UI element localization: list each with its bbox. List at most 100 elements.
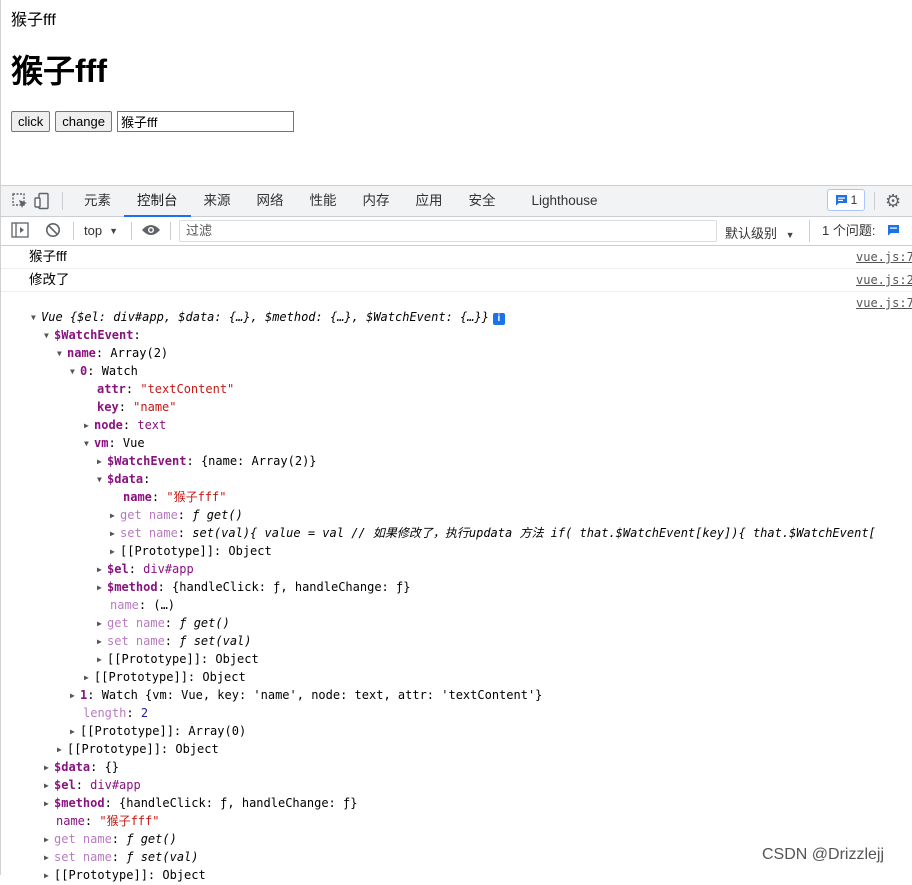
live-expression-eye-icon[interactable] xyxy=(141,223,161,237)
tree-key: [[Prototype]] xyxy=(94,670,188,684)
tree-key: set name xyxy=(120,526,178,540)
collapsed-triangle-icon: ▶ xyxy=(110,547,115,556)
watermark: CSDN @Drizzlejj xyxy=(762,846,885,863)
tree-value: "textContent" xyxy=(140,382,235,396)
tab-memory[interactable]: 内存 xyxy=(350,186,403,216)
tree-row[interactable]: ▶ $data: {} xyxy=(1,758,876,776)
tree-row[interactable]: ▶ $method: {handleClick: ƒ, handleChange:… xyxy=(1,578,876,596)
toolbar-divider xyxy=(131,222,132,240)
filter-input[interactable]: 过滤 xyxy=(179,220,717,242)
tree-row[interactable]: ▶ set name: set(val){ value = val // 如果修改… xyxy=(1,524,876,542)
settings-gear-icon[interactable]: ⚙ xyxy=(885,191,901,212)
tree-row[interactable]: ▶ set name: ƒ set(val) xyxy=(1,848,876,866)
tree-row[interactable]: name: (…) xyxy=(1,596,876,614)
clear-console-icon[interactable] xyxy=(45,222,61,238)
tree-value: text xyxy=(137,418,167,432)
tabbar-right-divider xyxy=(874,192,875,210)
tree-row[interactable]: ▶ $WatchEvent: {name: Array(2)} xyxy=(1,452,876,470)
tree-key: [[Prototype]] xyxy=(54,868,148,882)
tab-security[interactable]: 安全 xyxy=(456,186,509,216)
tab-application[interactable]: 应用 xyxy=(403,186,456,216)
tab-console[interactable]: 控制台 xyxy=(124,186,191,217)
issues-counter[interactable]: 1 个问题: xyxy=(809,220,900,242)
collapsed-triangle-icon: ▶ xyxy=(70,727,75,736)
source-link[interactable]: vue.js:7 xyxy=(856,246,912,268)
click-button[interactable]: click xyxy=(11,111,51,132)
context-selector[interactable]: top ▼ xyxy=(84,223,118,238)
tree-value: div#app xyxy=(90,778,141,792)
issues-count: 1 xyxy=(850,193,858,207)
change-button[interactable]: change xyxy=(55,111,112,132)
log-level-selector[interactable]: 默认级别 ▼ xyxy=(725,223,795,242)
tree-row[interactable]: ▼ $data: xyxy=(1,470,876,488)
tab-network[interactable]: 网络 xyxy=(244,186,297,216)
collapsed-triangle-icon: ▶ xyxy=(44,871,49,880)
tab-performance[interactable]: 性能 xyxy=(297,186,350,216)
tree-key: 0 xyxy=(80,364,88,378)
source-link[interactable]: vue.js:2 xyxy=(856,269,912,291)
collapsed-triangle-icon: ▶ xyxy=(110,511,115,520)
tree-key: [[Prototype]] xyxy=(107,652,201,666)
expanded-triangle-icon: ▼ xyxy=(57,349,62,358)
collapsed-triangle-icon: ▶ xyxy=(97,565,102,574)
collapsed-triangle-icon: ▶ xyxy=(44,799,49,808)
tab-sources[interactable]: 来源 xyxy=(191,186,244,216)
tree-row[interactable]: ▶ $el: div#app xyxy=(1,776,876,794)
tree-value: ƒ set(val) xyxy=(179,634,252,648)
tree-key: get name xyxy=(107,616,165,630)
tree-row[interactable]: ▶ [[Prototype]]: Object xyxy=(1,866,876,884)
tree-row[interactable]: ▼ name: Array(2) xyxy=(1,344,876,362)
collapsed-triangle-icon: ▶ xyxy=(97,457,102,466)
tree-row[interactable]: ▶ get name: ƒ get() xyxy=(1,614,876,632)
tree-key: $el xyxy=(107,562,129,576)
tree-value: ƒ set(val) xyxy=(126,850,199,864)
tree-row[interactable]: ▶ [[Prototype]]: Object xyxy=(1,650,876,668)
tree-value: "name" xyxy=(133,400,177,414)
tree-row[interactable]: ▼ $WatchEvent: xyxy=(1,326,876,344)
tree-row[interactable]: ▼ 0: Watch xyxy=(1,362,876,380)
tree-value: Object xyxy=(215,652,259,666)
issues-badge[interactable]: 1 xyxy=(827,189,865,211)
sidebar-toggle-icon[interactable] xyxy=(11,222,29,238)
dropdown-arrow-icon: ▼ xyxy=(785,230,795,240)
tree-row[interactable]: ▶ $method: {handleClick: ƒ, handleChange:… xyxy=(1,794,876,812)
tree-row[interactable]: ▶ node: text xyxy=(1,416,876,434)
tree-value: set(val){ value = val // 如果修改了，执行updata … xyxy=(192,526,876,540)
tree-value: "猴子fff" xyxy=(99,814,160,828)
tree-row[interactable]: ▶ [[Prototype]]: Object xyxy=(1,668,876,686)
tree-row[interactable]: ▶ set name: ƒ set(val) xyxy=(1,632,876,650)
tree-row[interactable]: ▶ get name: ƒ get() xyxy=(1,830,876,848)
tree-row: name: "猴子fff" xyxy=(123,490,227,504)
tree-row[interactable]: ▶ [[Prototype]]: Object xyxy=(1,542,876,560)
tab-lighthouse[interactable]: Lighthouse xyxy=(519,186,611,216)
collapsed-triangle-icon: ▶ xyxy=(44,853,49,862)
collapsed-triangle-icon: ▶ xyxy=(97,583,102,592)
collapsed-triangle-icon: ▶ xyxy=(97,619,102,628)
tree-key: [[Prototype]] xyxy=(67,742,161,756)
name-input[interactable] xyxy=(116,111,294,132)
device-toolbar-icon[interactable] xyxy=(32,191,52,211)
tree-row[interactable]: ▼ vm: Vue xyxy=(1,434,876,452)
tree-key: get name xyxy=(54,832,112,846)
tab-elements[interactable]: 元素 xyxy=(71,186,124,216)
tree-key: set name xyxy=(107,634,165,648)
collapsed-triangle-icon: ▶ xyxy=(84,673,89,682)
tree-value: {} xyxy=(104,760,120,774)
tree-row[interactable]: ▶ $el: div#app xyxy=(1,560,876,578)
context-label: top xyxy=(84,223,103,238)
inspect-element-icon[interactable] xyxy=(10,191,30,211)
info-icon[interactable]: i xyxy=(492,313,505,325)
tree-key: node xyxy=(94,418,123,432)
tree-key: $method xyxy=(54,796,105,810)
tree-key: name xyxy=(123,490,152,504)
tree-row[interactable]: ▶ 1: Watch {vm: Vue, key: 'name', node: t… xyxy=(1,686,876,704)
tree-row[interactable]: ▶ [[Prototype]]: Array(0) xyxy=(1,722,876,740)
tree-key: attr xyxy=(97,382,126,396)
tree-row[interactable]: ▶ get name: ƒ get() xyxy=(1,506,876,524)
collapsed-triangle-icon: ▶ xyxy=(44,835,49,844)
expanded-triangle-icon: ▼ xyxy=(44,331,49,340)
tree-row-root[interactable]: ▼ Vue {$el: div#app, $data: {…}, $method:… xyxy=(1,308,876,326)
tree-key: 1 xyxy=(80,688,88,702)
page-text: 猴子fff xyxy=(11,12,56,29)
tree-row[interactable]: ▶ [[Prototype]]: Object xyxy=(1,740,876,758)
